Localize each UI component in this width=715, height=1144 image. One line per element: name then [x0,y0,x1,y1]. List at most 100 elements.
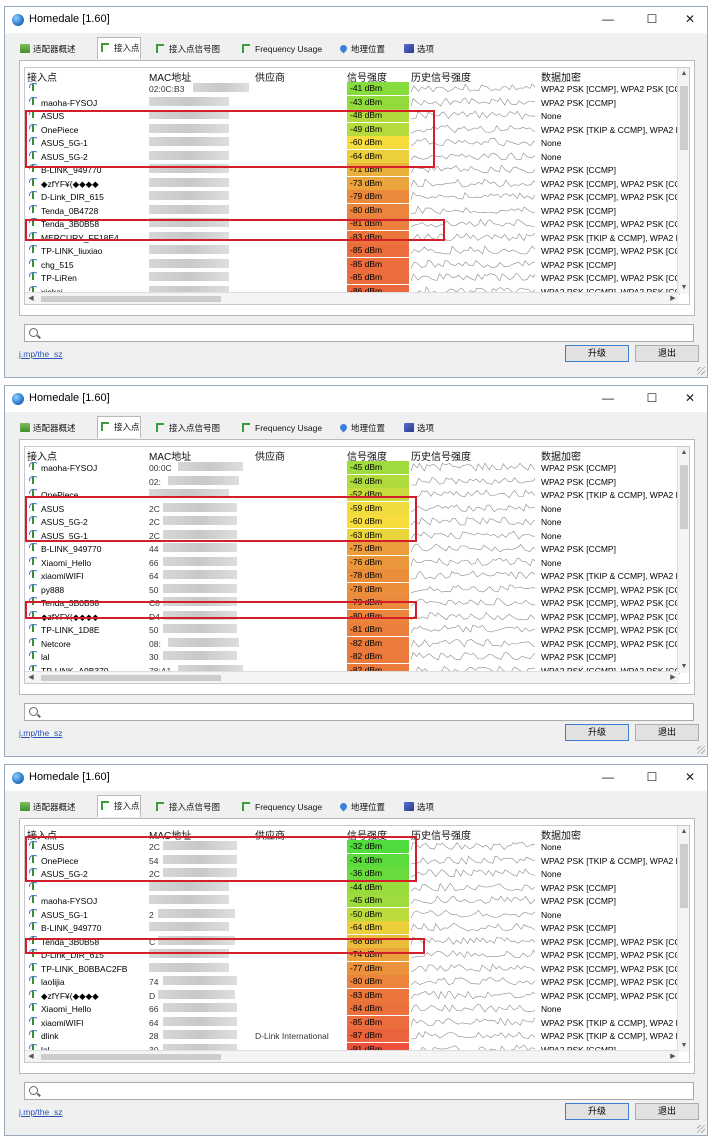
scroll-up-arrow-icon[interactable]: ▲ [678,68,689,80]
tab-adapter-overview[interactable]: 适配器概述 [17,797,76,817]
tab-options[interactable]: 选项 [401,39,434,59]
scroll-right-arrow-icon[interactable]: ▶ [667,1051,679,1062]
horizontal-scrollbar[interactable]: ◀ ▶ [25,292,679,304]
table-row[interactable]: ASUS -48 dBm None [25,109,685,123]
upgrade-button[interactable]: 升级 [565,1103,629,1120]
scroll-down-arrow-icon[interactable]: ▼ [678,661,689,673]
upgrade-button[interactable]: 升级 [565,724,629,741]
exit-button[interactable]: 退出 [635,1103,699,1120]
scroll-down-arrow-icon[interactable]: ▼ [678,1040,689,1052]
table-row[interactable]: lal 30 -82 dBm WPA2 PSK [CCMP] [25,650,685,664]
tab-frequency-usage[interactable]: Frequency Usage [239,418,322,438]
minimize-button[interactable]: — [591,766,625,788]
exit-button[interactable]: 退出 [635,724,699,741]
table-row[interactable]: ASUS_5G-1 -60 dBm None [25,136,685,150]
table-row[interactable]: ASUS_5G-2 2C -60 dBm None [25,515,685,529]
tab-ap-signal-graph[interactable]: 接入点信号图 [153,418,220,438]
table-row[interactable]: OnePiece -49 dBm WPA2 PSK [TKIP & CCMP], W… [25,122,685,137]
tab-access-points[interactable]: 接入点 [97,795,141,817]
resize-grip-icon[interactable] [697,1125,705,1133]
table-row[interactable]: D-Link_DIR_615 -79 dBm WPA2 PSK [CCMP], WP… [25,190,685,204]
table-row[interactable]: Xiaomi_Hello 66 -84 dBm None [25,1002,685,1016]
minimize-button[interactable]: — [591,8,625,30]
table-row[interactable]: maoha-FYSOJ -45 dBm WPA2 PSK [CCMP] [25,894,685,908]
access-point-list[interactable]: 接入点 MAC地址 供应商 信号强度 历史信号强度 数据加密 maoha-FYSOJ 00:0… [24,446,690,684]
table-row[interactable]: ASUS_5G-1 2C -63 dBm None [25,528,685,543]
table-row[interactable]: TP-LiRen -85 dBm WPA2 PSK [CCMP], WPA2 PSK… [25,271,685,285]
table-row[interactable]: TP-LINK_liuxiao -85 dBm WPA2 PSK [CCMP], W… [25,244,685,258]
table-row[interactable]: Tenda_3B0B58 C -68 dBm WPA2 PSK [CCMP], WPA… [25,934,685,949]
table-row[interactable]: OnePiece 54 -34 dBm WPA2 PSK [TKIP & CCMP],… [25,853,685,868]
table-row[interactable]: -44 dBm WPA2 PSK [CCMP] [25,880,685,895]
table-row[interactable]: 02: -48 dBm WPA2 PSK [CCMP] [25,474,685,489]
table-row[interactable]: ASUS_5G-2 -64 dBm None [25,149,685,164]
tab-geo-location[interactable]: 地理位置 [335,418,385,438]
tab-ap-signal-graph[interactable]: 接入点信号图 [153,39,220,59]
tab-frequency-usage[interactable]: Frequency Usage [239,39,322,59]
table-row[interactable]: Xiaomi_Hello 66 -76 dBm None [25,555,685,570]
upgrade-button[interactable]: 升级 [565,345,629,362]
horizontal-scrollbar[interactable]: ◀ ▶ [25,671,679,683]
table-row[interactable]: ASUS 2C -32 dBm None [25,840,685,854]
table-row[interactable]: B-LINK_949770 44 -75 dBm WPA2 PSK [CCMP] [25,542,685,556]
tab-access-points[interactable]: 接入点 [97,416,141,438]
vertical-scrollbar[interactable]: ▲ ▼ [677,447,689,673]
table-row[interactable]: maoha-FYSOJ 00:0C -45 dBm WPA2 PSK [CCMP] [25,461,685,475]
scroll-right-arrow-icon[interactable]: ▶ [667,293,679,304]
table-row[interactable]: xiaomiWIFI 64 -85 dBm WPA2 PSK [TKIP & CCMP… [25,1015,685,1030]
table-row[interactable]: TP-LINK_1D8E 50 -81 dBm WPA2 PSK [CCMP], WP… [25,623,685,637]
table-row[interactable]: ◆zfYF¥(◆◆◆◆ D -83 dBm WPA2 PSK [CCMP], WPA2… [25,988,685,1003]
table-row[interactable]: OnePiece -52 dBm WPA2 PSK [TKIP & CCMP], W… [25,488,685,502]
table-row[interactable]: ◆zfYF¥(◆◆◆◆ -73 dBm WPA2 PSK [CCMP], WPA2 … [25,176,685,191]
table-row[interactable]: dlink 28 D-Link International -87 dBm WPA2 P… [25,1029,685,1043]
search-input[interactable] [24,703,694,721]
vertical-scrollbar[interactable]: ▲ ▼ [677,68,689,294]
scroll-thumb[interactable] [41,675,221,681]
table-row[interactable]: ◆zfYF¥(◆◆◆◆ D4 -80 dBm WPA2 PSK [CCMP], WPA… [25,609,685,624]
table-row[interactable]: B-LINK_949770 -64 dBm WPA2 PSK [CCMP] [25,921,685,935]
maximize-button[interactable]: ☐ [635,8,669,30]
scroll-up-arrow-icon[interactable]: ▲ [678,447,689,459]
search-input[interactable] [24,1082,694,1100]
table-row[interactable]: laolijia 74 -80 dBm WPA2 PSK [CCMP], WPA2 P… [25,975,685,989]
tab-options[interactable]: 选项 [401,797,434,817]
table-row[interactable]: xiaomiWIFI 64 -78 dBm WPA2 PSK [TKIP & CCMP… [25,569,685,583]
maximize-button[interactable]: ☐ [635,766,669,788]
homepage-link[interactable]: j.mp/the_sz [19,1107,62,1117]
resize-grip-icon[interactable] [697,367,705,375]
scroll-thumb[interactable] [41,1054,221,1060]
tab-adapter-overview[interactable]: 适配器概述 [17,418,76,438]
tab-adapter-overview[interactable]: 适配器概述 [17,39,76,59]
scroll-left-arrow-icon[interactable]: ◀ [25,672,37,683]
scroll-thumb[interactable] [680,465,688,529]
vertical-scrollbar[interactable]: ▲ ▼ [677,826,689,1052]
tab-access-points[interactable]: 接入点 [97,37,141,59]
scroll-up-arrow-icon[interactable]: ▲ [678,826,689,838]
scroll-left-arrow-icon[interactable]: ◀ [25,1051,37,1062]
table-row[interactable]: Tenda_3B0B58 -81 dBm WPA2 PSK [CCMP], WPA2… [25,217,685,231]
tab-frequency-usage[interactable]: Frequency Usage [239,797,322,817]
maximize-button[interactable]: ☐ [635,387,669,409]
scroll-right-arrow-icon[interactable]: ▶ [667,672,679,683]
table-row[interactable]: Tenda_0B4728 -80 dBm WPA2 PSK [CCMP] [25,203,685,218]
table-row[interactable]: 02:0C:B3 -41 dBm WPA2 PSK [CCMP], WPA2 PSK… [25,82,685,96]
tab-geo-location[interactable]: 地理位置 [335,797,385,817]
table-row[interactable]: py888 50 -78 dBm WPA2 PSK [CCMP], WPA2 PSK … [25,582,685,597]
table-row[interactable]: maoha-FYSOJ -43 dBm WPA2 PSK [CCMP] [25,95,685,110]
scroll-down-arrow-icon[interactable]: ▼ [678,282,689,294]
close-button[interactable]: ✕ [673,8,707,30]
table-row[interactable]: TP-LINK_B0BBAC2FB -77 dBm WPA2 PSK [CCMP],… [25,961,685,976]
scroll-thumb[interactable] [680,844,688,908]
table-row[interactable]: Netcore 08: -82 dBm WPA2 PSK [CCMP], WPA2 P… [25,636,685,651]
table-row[interactable]: D-Link_DIR_615 -74 dBm WPA2 PSK [CCMP], WP… [25,948,685,962]
scroll-left-arrow-icon[interactable]: ◀ [25,293,37,304]
access-point-list[interactable]: 接入点 MAC地址 供应商 信号强度 历史信号强度 数据加密 ASUS 2C -32 dBm No… [24,825,690,1063]
close-button[interactable]: ✕ [673,387,707,409]
minimize-button[interactable]: — [591,387,625,409]
resize-grip-icon[interactable] [697,746,705,754]
table-row[interactable]: MERCURY_FF18E4 -83 dBm WPA2 PSK [TKIP & CC… [25,230,685,245]
table-row[interactable]: ASUS_5G-1 2 -50 dBm None [25,907,685,922]
tab-geo-location[interactable]: 地理位置 [335,39,385,59]
homepage-link[interactable]: j.mp/the_sz [19,728,62,738]
scroll-thumb[interactable] [41,296,221,302]
